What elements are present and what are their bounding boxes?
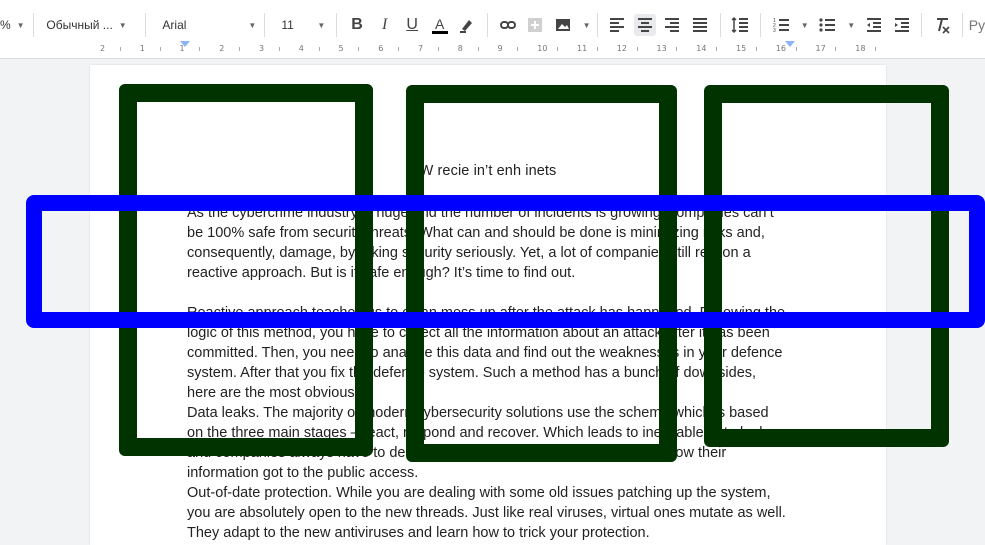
- decrease-indent-icon[interactable]: [863, 14, 885, 36]
- chevron-down-icon: ▼: [16, 20, 25, 30]
- ruler-tick: [795, 47, 797, 51]
- ruler-tick: [835, 47, 837, 51]
- toolbar-divider: [487, 13, 488, 37]
- ruler-number: 12: [616, 44, 627, 53]
- toolbar-divider: [33, 13, 35, 37]
- input-tools-button[interactable]: Ру: [969, 11, 985, 39]
- toolbar-divider: [921, 13, 923, 37]
- font-size-select[interactable]: 11 ▼: [271, 11, 330, 39]
- ruler-number: 2: [100, 44, 106, 53]
- toolbar-divider: [264, 13, 266, 37]
- bold-icon[interactable]: B: [346, 14, 368, 36]
- bulleted-list-icon[interactable]: [817, 14, 839, 36]
- left-indent-marker[interactable]: [180, 41, 190, 47]
- italic-icon[interactable]: I: [374, 14, 396, 36]
- ruler-track: 2 1 1 2 3 4 5 6 7 8 9 10 11 12 13 14 15 16 17 18: [90, 44, 885, 54]
- toolbar-divider: [719, 13, 721, 37]
- ruler-tick: [875, 47, 877, 51]
- zoom-select[interactable]: % ▼: [0, 11, 27, 39]
- align-center-icon[interactable]: [634, 14, 656, 36]
- toolbar-divider: [596, 13, 598, 37]
- ruler-tick: [676, 47, 678, 51]
- ruler-tick: [278, 47, 280, 51]
- paragraph: Out-of-date protection. While you are de…: [187, 485, 786, 541]
- ruler-number: 2: [219, 44, 225, 53]
- ruler-tick: [477, 47, 479, 51]
- chevron-down-icon: ▼: [317, 20, 326, 30]
- paragraph-style-value: Обычный ...: [46, 18, 113, 32]
- toolbar-divider: [961, 13, 963, 37]
- ruler-tick: [517, 47, 519, 51]
- blue-highlight-box: [26, 195, 985, 328]
- paragraph-style-select[interactable]: Обычный ... ▼: [40, 11, 139, 39]
- chevron-down-icon[interactable]: ▼: [847, 21, 855, 30]
- link-icon[interactable]: [497, 14, 519, 36]
- ruler-tick: [636, 47, 638, 51]
- line-spacing-icon[interactable]: [730, 14, 752, 36]
- ruler-tick: [119, 47, 121, 51]
- underline-icon[interactable]: U: [401, 14, 423, 36]
- horizontal-ruler[interactable]: 2 1 1 2 3 4 5 6 7 8 9 10 11 12 13 14 15 16 17 18: [0, 40, 985, 59]
- ruler-number: 11: [577, 44, 588, 53]
- ruler-number: 14: [696, 44, 707, 53]
- chevron-down-icon[interactable]: ▼: [801, 21, 809, 30]
- chevron-down-icon: ▼: [248, 20, 257, 30]
- add-comment-icon[interactable]: [525, 14, 547, 36]
- ruler-number: 3: [259, 44, 265, 53]
- font-size-value: 11: [281, 18, 294, 32]
- input-tools-label: Ру: [968, 17, 985, 33]
- ruler-number: 1: [139, 44, 145, 53]
- ruler-tick: [437, 47, 439, 51]
- ruler-number: 13: [656, 44, 667, 53]
- ruler-number: 10: [537, 44, 548, 53]
- right-indent-marker[interactable]: [785, 41, 795, 47]
- ruler-tick: [557, 47, 559, 51]
- text-color-icon[interactable]: A: [429, 14, 451, 36]
- align-right-icon[interactable]: [662, 14, 684, 36]
- chevron-down-icon[interactable]: ▼: [583, 21, 591, 30]
- clear-formatting-icon[interactable]: [931, 14, 953, 36]
- font-family-value: Arial: [162, 18, 187, 32]
- ruler-number: 17: [815, 44, 826, 53]
- ruler-tick: [398, 47, 400, 51]
- ruler-tick: [716, 47, 718, 51]
- font-family-select[interactable]: Arial ▼: [152, 11, 258, 39]
- align-justify-icon[interactable]: [689, 14, 711, 36]
- ruler-tick: [239, 47, 241, 51]
- ruler-number: 8: [457, 44, 463, 53]
- ruler-number: 5: [338, 44, 344, 53]
- highlight-icon[interactable]: [456, 14, 478, 36]
- ruler-tick: [199, 47, 201, 51]
- align-left-icon[interactable]: [607, 14, 629, 36]
- zoom-value: %: [0, 18, 11, 32]
- svg-text:3: 3: [773, 28, 776, 34]
- ruler-tick: [358, 47, 360, 51]
- ruler-tick: [159, 47, 161, 51]
- ruler-number: 9: [497, 44, 503, 53]
- toolbar-divider: [145, 13, 147, 37]
- chevron-down-icon: ▼: [118, 20, 127, 30]
- ruler-number: 4: [298, 44, 304, 53]
- ruler-number: 15: [736, 44, 747, 53]
- toolbar-divider: [760, 13, 762, 37]
- insert-image-icon[interactable]: [552, 14, 574, 36]
- ruler-tick: [318, 47, 320, 51]
- ruler-number: 18: [855, 44, 866, 53]
- increase-indent-icon[interactable]: [891, 14, 913, 36]
- numbered-list-icon[interactable]: 123: [770, 14, 792, 36]
- toolbar-divider: [336, 13, 338, 37]
- ruler-tick: [755, 47, 757, 51]
- ruler-tick: [596, 47, 598, 51]
- ruler-number: 6: [378, 44, 384, 53]
- ruler-number: 7: [418, 44, 424, 53]
